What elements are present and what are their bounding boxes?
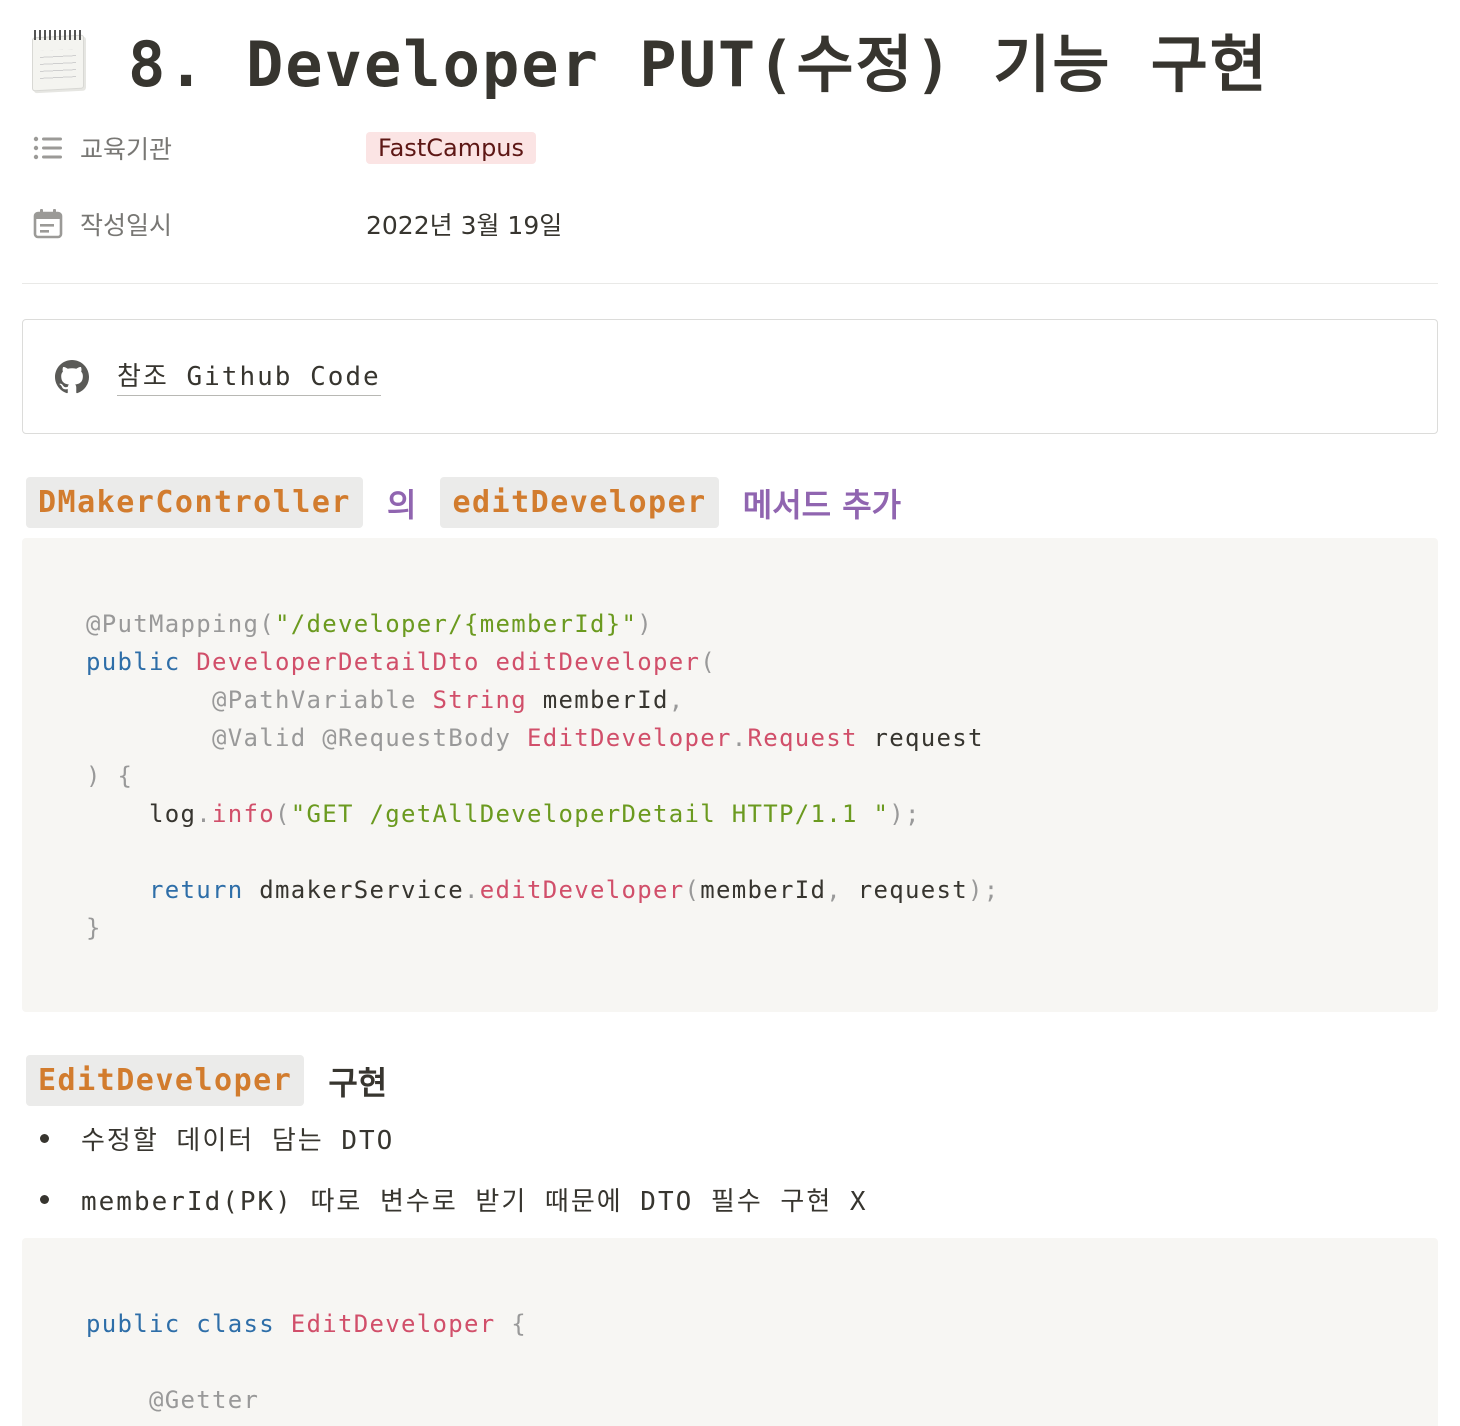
code-block[interactable]: public class EditDeveloper { @Getter xyxy=(22,1238,1438,1426)
list-icon xyxy=(32,132,64,164)
section-heading-controller: DMakerController 의 editDeveloper 메서드 추가 xyxy=(26,477,925,528)
inline-code: editDeveloper xyxy=(440,477,719,528)
property-row-created[interactable]: 작성일시 2022년 3월 19일 xyxy=(32,204,562,244)
code-line: return dmakerService.editDeveloper(membe… xyxy=(149,876,1000,904)
property-label: 교육기관 xyxy=(80,135,173,164)
github-icon xyxy=(55,360,89,394)
bullet-list: 수정할 데이터 담는 DTO memberId(PK) 따로 변수로 받기 때문… xyxy=(40,1116,868,1238)
bullet-dot xyxy=(40,1133,49,1143)
bullet-dot xyxy=(40,1194,49,1204)
code-line: } xyxy=(86,914,102,942)
inline-code: EditDeveloper xyxy=(26,1055,305,1106)
code-line: public DeveloperDetailDto editDeveloper( xyxy=(86,648,716,676)
code-line: public class EditDeveloper { xyxy=(86,1310,527,1338)
code-line: @Getter xyxy=(149,1386,260,1414)
property-row-institution[interactable]: 교육기관 FastCampus xyxy=(32,128,537,168)
code-line: @PutMapping("/developer/{memberId}") xyxy=(86,610,653,638)
code-block[interactable]: @PutMapping("/developer/{memberId}") pub… xyxy=(22,538,1438,1012)
code-content: @PutMapping("/developer/{memberId}") pub… xyxy=(86,605,1000,947)
section-heading-dto: EditDeveloper 구현 xyxy=(26,1055,411,1106)
github-bookmark[interactable]: 참조 Github Code xyxy=(22,319,1438,434)
heading-text: 메서드 추가 xyxy=(742,485,902,524)
heading-text: 구현 xyxy=(328,1063,388,1102)
inline-code: DMakerController xyxy=(26,477,363,528)
code-line: @PathVariable String memberId, xyxy=(212,686,685,714)
bookmark-link[interactable]: 참조 Github Code xyxy=(117,356,381,396)
list-item: memberId(PK) 따로 변수로 받기 때문에 DTO 필수 구현 X xyxy=(40,1177,868,1221)
property-label: 작성일시 xyxy=(80,211,173,240)
divider xyxy=(22,283,1438,284)
calendar-icon xyxy=(32,208,64,240)
list-item: 수정할 데이터 담는 DTO xyxy=(40,1116,868,1160)
institution-tag[interactable]: FastCampus xyxy=(366,132,537,164)
spiral-notepad-icon[interactable] xyxy=(28,28,88,92)
code-line: @Valid @RequestBody EditDeveloper.Reques… xyxy=(212,724,984,752)
code-line: ) { xyxy=(86,762,134,790)
page-title[interactable]: 8. Developer PUT(수정) 기능 구현 xyxy=(128,14,1269,104)
list-item-text[interactable]: 수정할 데이터 담는 DTO xyxy=(81,1120,394,1157)
created-date-value[interactable]: 2022년 3월 19일 xyxy=(366,206,562,242)
heading-text: 의 xyxy=(386,485,417,524)
code-line: log.info("GET /getAllDeveloperDetail HTT… xyxy=(149,800,921,828)
list-item-text[interactable]: memberId(PK) 따로 변수로 받기 때문에 DTO 필수 구현 X xyxy=(81,1181,868,1218)
code-content: public class EditDeveloper { @Getter xyxy=(86,1305,527,1419)
page-header: 8. Developer PUT(수정) 기능 구현 xyxy=(28,14,1269,104)
